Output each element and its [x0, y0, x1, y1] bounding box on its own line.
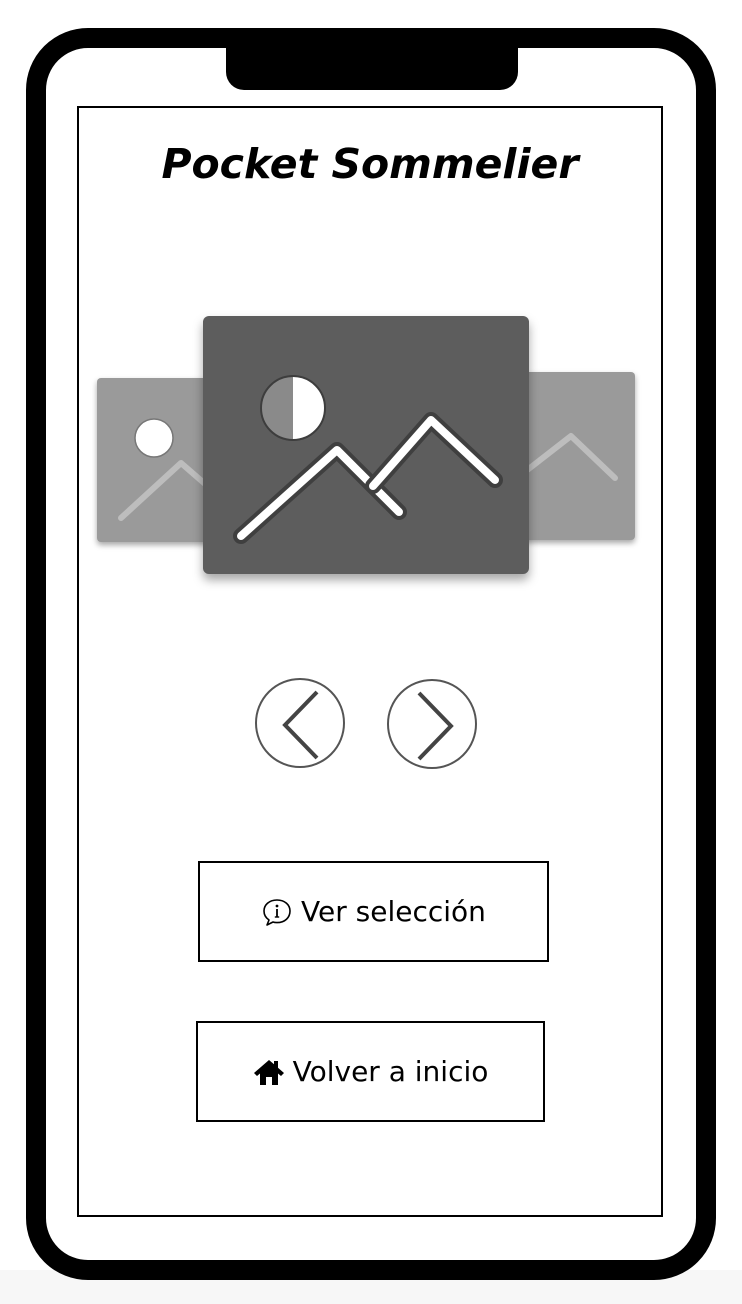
view-selection-button[interactable]: Ver selección — [198, 861, 549, 962]
go-home-label: Volver a inicio — [292, 1055, 489, 1088]
chevron-left-icon — [282, 690, 319, 760]
info-speech-bubble-icon — [261, 897, 293, 927]
go-home-button[interactable]: Volver a inicio — [196, 1021, 545, 1122]
home-icon — [253, 1058, 285, 1086]
view-selection-label: Ver selección — [301, 895, 486, 928]
carousel-next-button[interactable] — [387, 679, 477, 769]
image-placeholder-icon — [233, 375, 503, 544]
app-screen: Pocket Sommelier Ver selección Volver a … — [77, 106, 663, 1217]
phone-notch — [226, 36, 518, 90]
app-title: Pocket Sommelier — [161, 140, 579, 188]
chevron-right-icon — [417, 691, 454, 761]
carousel-image-current[interactable] — [203, 316, 529, 574]
carousel-prev-button[interactable] — [255, 678, 345, 768]
